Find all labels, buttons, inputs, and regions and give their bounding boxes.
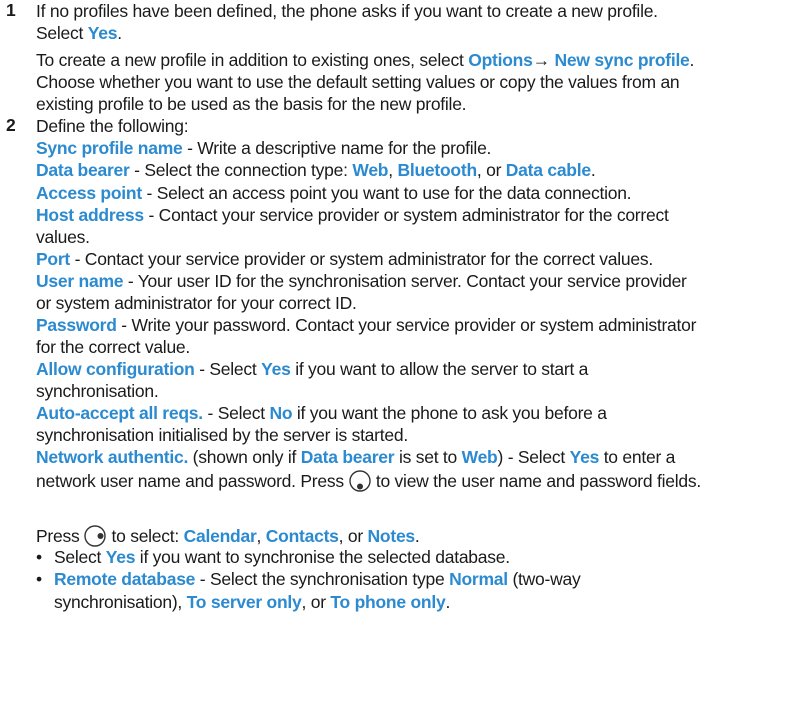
bullet-marker: • [36, 547, 42, 567]
sync-profile-name-setting: Sync profile name - Write a descriptive … [36, 138, 492, 158]
bullet-marker: • [36, 569, 42, 589]
step1-line5: existing profile to be used as the basis… [36, 94, 467, 114]
step1-line1: If no profiles have been defined, the ph… [36, 1, 658, 21]
bullet-synchronise: Select Yes if you want to synchronise th… [54, 547, 510, 567]
password-setting: Password - Write your password. Contact … [36, 315, 697, 335]
network-authentic-setting-cont: network user name and password. Press to … [36, 469, 701, 498]
network-authentic-setting: Network authentic. (shown only if Data b… [36, 447, 676, 467]
options-menu: Options [468, 50, 533, 70]
step1-line3: To create a new profile in addition to e… [36, 50, 695, 70]
step1-line2: Select Yes. [36, 23, 122, 43]
access-point-setting: Access point - Select an access point yo… [36, 183, 632, 203]
step-number-2: 2 [6, 115, 16, 135]
data-bearer-setting: Data bearer - Select the connection type… [36, 160, 596, 180]
port-setting: Port - Contact your service provider or … [36, 249, 653, 269]
host-address-setting-cont: values. [36, 227, 90, 247]
host-address-setting: Host address - Contact your service prov… [36, 205, 669, 225]
bullet-remote-database: Remote database - Select the synchronisa… [54, 569, 581, 589]
auto-accept-setting: Auto-accept all reqs. - Select No if you… [36, 403, 607, 423]
new-sync-profile-option: New sync profile [554, 50, 690, 70]
step1-line4: Choose whether you want to use the defau… [36, 72, 680, 92]
manual-page: 1 If no profiles have been defined, the … [0, 0, 802, 721]
password-setting-cont: for the correct value. [36, 337, 191, 357]
joystick-down-icon [348, 469, 372, 498]
step2-intro: Define the following: [36, 116, 189, 136]
step-number-1: 1 [6, 0, 16, 20]
user-name-setting-cont: or system administrator for your correct… [36, 293, 357, 313]
bullet-remote-database-cont: synchronisation), To server only, or To … [54, 592, 451, 612]
allow-configuration-setting: Allow configuration - Select Yes if you … [36, 359, 589, 379]
user-name-setting: User name - Your user ID for the synchro… [36, 271, 687, 291]
yes-option: Yes [87, 23, 118, 43]
allow-configuration-setting-cont: synchronisation. [36, 381, 159, 401]
auto-accept-setting-cont: synchronisation initialised by the serve… [36, 425, 408, 445]
